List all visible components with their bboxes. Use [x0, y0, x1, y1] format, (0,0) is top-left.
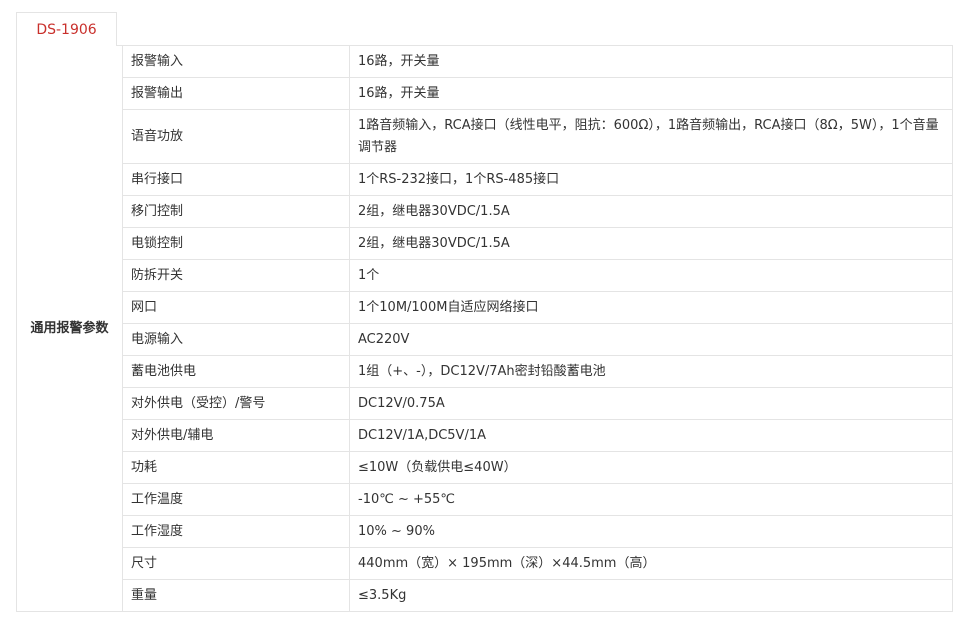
table-row: 语音功放 1路音频输入，RCA接口（线性电平，阻抗：600Ω），1路音频输出，R… — [17, 109, 953, 164]
row-label: 尺寸 — [122, 547, 350, 580]
row-value: 1个RS-232接口，1个RS-485接口 — [349, 163, 953, 196]
table-row: 功耗 ≤10W（负载供电≤40W） — [17, 451, 953, 484]
row-value: 16路，开关量 — [349, 77, 953, 110]
row-label: 防拆开关 — [122, 259, 350, 292]
table-row: 移门控制 2组，继电器30VDC/1.5A — [17, 195, 953, 228]
table-row: 工作温度 -10℃ ~ +55℃ — [17, 483, 953, 516]
table-row: 重量 ≤3.5Kg — [17, 579, 953, 612]
row-value: 440mm（宽）× 195mm（深）×44.5mm（高） — [349, 547, 953, 580]
row-label: 重量 — [122, 579, 350, 612]
table-row: 电锁控制 2组，继电器30VDC/1.5A — [17, 227, 953, 260]
table-row: 防拆开关 1个 — [17, 259, 953, 292]
table-row: 通用报警参数 报警输入 16路，开关量 — [16, 45, 953, 612]
table-row: 串行接口 1个RS-232接口，1个RS-485接口 — [17, 163, 953, 196]
row-label: 报警输入 — [122, 45, 350, 78]
row-label: 语音功放 — [122, 109, 350, 164]
table-row: 报警输出 16路，开关量 — [17, 77, 953, 110]
row-label: 网口 — [122, 291, 350, 324]
row-label: 蓄电池供电 — [122, 355, 350, 388]
row-label: 电锁控制 — [122, 227, 350, 260]
table-row: 尺寸 440mm（宽）× 195mm（深）×44.5mm（高） — [17, 547, 953, 580]
row-label: 工作湿度 — [122, 515, 350, 548]
row-value: -10℃ ~ +55℃ — [349, 483, 953, 516]
table-row: 对外供电/辅电 DC12V/1A,DC5V/1A — [17, 419, 953, 452]
row-value: 1个 — [349, 259, 953, 292]
row-value: 2组，继电器30VDC/1.5A — [349, 227, 953, 260]
table-row: 对外供电（受控）/警号 DC12V/0.75A — [17, 387, 953, 420]
row-value: 16路，开关量 — [349, 45, 953, 78]
row-value: 2组，继电器30VDC/1.5A — [349, 195, 953, 228]
row-label: 工作温度 — [122, 483, 350, 516]
row-value: 10% ~ 90% — [349, 515, 953, 548]
tab-ds-1906[interactable]: DS-1906 — [16, 12, 117, 46]
row-label: 功耗 — [122, 451, 350, 484]
row-label: 串行接口 — [122, 163, 350, 196]
row-label: 对外供电（受控）/警号 — [122, 387, 350, 420]
row-value: 1路音频输入，RCA接口（线性电平，阻抗：600Ω），1路音频输出，RCA接口（… — [349, 109, 953, 164]
row-value: AC220V — [349, 323, 953, 356]
row-value: DC12V/1A,DC5V/1A — [349, 419, 953, 452]
row-label: 移门控制 — [122, 195, 350, 228]
table-row: 电源输入 AC220V — [17, 323, 953, 356]
table-row: 蓄电池供电 1组（+、-），DC12V/7Ah密封铅酸蓄电池 — [17, 355, 953, 388]
row-label: 报警输出 — [122, 77, 350, 110]
row-label: 电源输入 — [122, 323, 350, 356]
row-value: ≤10W（负载供电≤40W） — [349, 451, 953, 484]
row-value: 1个10M/100M自适应网络接口 — [349, 291, 953, 324]
tab-label: DS-1906 — [36, 21, 97, 38]
row-value: DC12V/0.75A — [349, 387, 953, 420]
group-label: 通用报警参数 — [16, 45, 123, 612]
row-label: 对外供电/辅电 — [122, 419, 350, 452]
table-row: 工作湿度 10% ~ 90% — [17, 515, 953, 548]
table-row: 网口 1个10M/100M自适应网络接口 — [17, 291, 953, 324]
row-value: 1组（+、-），DC12V/7Ah密封铅酸蓄电池 — [349, 355, 953, 388]
row-value: ≤3.5Kg — [349, 579, 953, 612]
spec-table: 通用报警参数 报警输入 16路，开关量 报警输出 16路，开关量 语音功放 1路… — [16, 45, 953, 612]
